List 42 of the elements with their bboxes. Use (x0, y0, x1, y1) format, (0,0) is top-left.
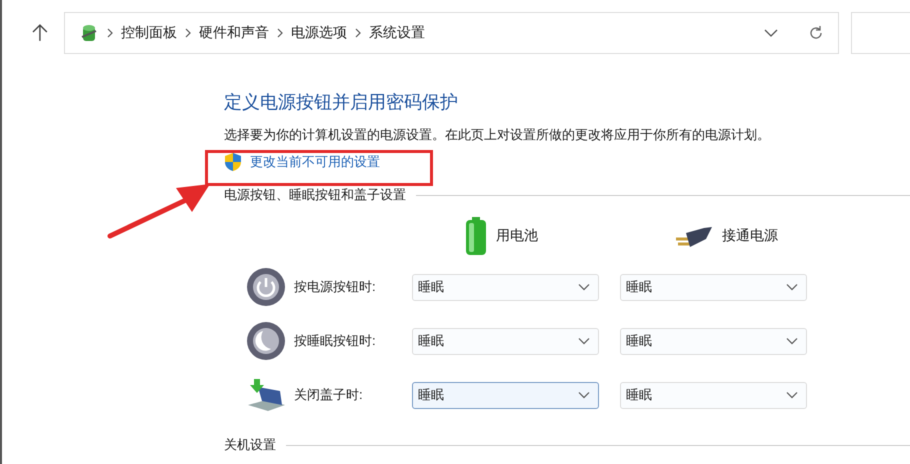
chevron-icon (276, 28, 283, 38)
description-text: 选择要为你的计算机设置的电源设置。在此页上对设置所做的更改将应用于你所有的电源计划。 (224, 126, 771, 144)
chevron-icon (106, 28, 113, 38)
up-arrow-icon[interactable] (32, 24, 48, 42)
section-heading: 关机设置 (224, 436, 276, 454)
chevron-down-icon (578, 283, 590, 291)
chevron-down-icon (578, 337, 590, 345)
dropdown[interactable]: 睡眠 (412, 382, 599, 408)
chevron-down-icon (786, 337, 798, 345)
dropdown[interactable]: 睡眠 (412, 274, 599, 300)
setting-label: 关闭盖子时: (294, 386, 364, 404)
chevron-icon (184, 28, 191, 38)
section-heading: 电源按钮、睡眠按钮和盖子设置 (224, 186, 406, 204)
breadcrumb-item[interactable]: 系统设置 (368, 24, 425, 42)
column-heading: 用电池 (496, 227, 538, 245)
breadcrumb-item[interactable]: 电源选项 (290, 24, 347, 42)
chevron-icon (354, 28, 361, 38)
laptop-icon (246, 377, 286, 413)
dropdown[interactable]: 睡眠 (412, 328, 599, 354)
page-title: 定义电源按钮并启用密码保护 (224, 91, 459, 114)
dropdown[interactable]: 睡眠 (620, 274, 807, 300)
plug-icon (674, 225, 714, 247)
address-bar[interactable]: 控制面板 硬件和声音 电源选项 系统设置 (64, 12, 839, 54)
dropdown[interactable]: 睡眠 (620, 382, 807, 408)
column-heading: 接通电源 (722, 227, 778, 245)
refresh-icon[interactable] (808, 25, 824, 41)
shield-icon (224, 152, 242, 172)
setting-label: 按电源按钮时: (294, 278, 377, 296)
setting-label: 按睡眠按钮时: (294, 332, 377, 350)
dropdown[interactable]: 睡眠 (620, 328, 807, 354)
chevron-down-icon (786, 391, 798, 399)
power-icon (246, 267, 286, 307)
chevron-down-icon (786, 283, 798, 291)
chevron-down-icon (578, 391, 590, 399)
breadcrumb-item[interactable]: 控制面板 (120, 24, 177, 42)
battery-icon (464, 216, 488, 256)
dropdown-icon[interactable] (764, 28, 778, 38)
control-panel-icon (78, 23, 99, 43)
change-settings-link[interactable]: 更改当前不可用的设置 (250, 153, 380, 171)
moon-icon (246, 321, 286, 361)
breadcrumb-item[interactable]: 硬件和声音 (198, 24, 269, 42)
search-field[interactable] (850, 12, 910, 54)
